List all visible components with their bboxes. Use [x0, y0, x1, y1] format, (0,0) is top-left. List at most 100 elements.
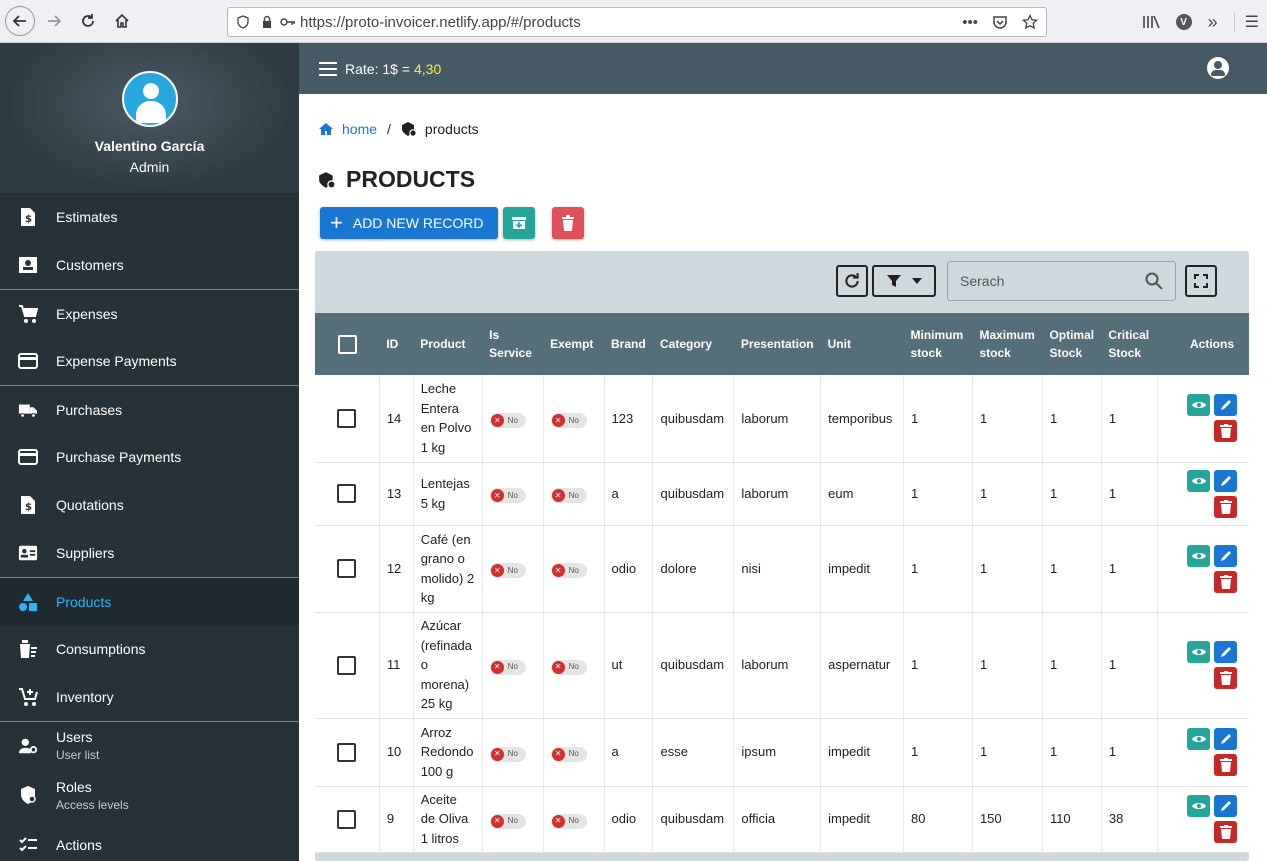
sidebar-item-label: Users User list [56, 729, 99, 762]
row-checkbox[interactable] [337, 559, 357, 578]
delete-button[interactable] [1214, 821, 1237, 843]
view-button[interactable] [1187, 469, 1210, 492]
more-icon[interactable]: ••• [962, 14, 978, 31]
arrow-left-icon [12, 15, 26, 27]
sidebar-item-roles[interactable]: Roles Access levels [0, 769, 299, 821]
overflow-icon[interactable]: » [1208, 12, 1218, 33]
view-button[interactable] [1187, 728, 1210, 750]
cell-minimum-stock: 80 [903, 786, 973, 853]
menu-icon[interactable]: ☰ [1233, 12, 1259, 32]
breadcrumb-home[interactable]: home [318, 121, 377, 137]
delete-button[interactable] [1214, 420, 1237, 443]
pencil-icon [1220, 400, 1231, 411]
cell-brand: a [604, 462, 654, 526]
header-product[interactable]: Product [413, 313, 483, 375]
cell-is-service: ✕ No [482, 612, 544, 719]
cell-exempt: ✕ No [543, 612, 605, 719]
delete-button[interactable] [1214, 754, 1237, 776]
header-is-service[interactable]: Is Service [482, 313, 544, 375]
extension-icon[interactable]: V [1175, 14, 1192, 30]
header-presentation[interactable]: Presentation [733, 313, 821, 375]
view-button[interactable] [1187, 394, 1210, 417]
filter-dropdown-button[interactable] [872, 265, 936, 297]
archive-button[interactable] [502, 207, 535, 239]
cell-is-service: ✕ No [482, 718, 544, 787]
hamburger-menu-icon[interactable] [319, 61, 337, 76]
sidebar-item-products[interactable]: Products [0, 577, 299, 625]
delete-button[interactable] [1214, 570, 1237, 593]
header-brand[interactable]: Brand [604, 313, 653, 375]
add-new-record-button[interactable]: + ADD NEW RECORD [320, 207, 498, 239]
star-icon[interactable] [1022, 14, 1038, 30]
row-checkbox[interactable] [337, 655, 357, 675]
trash-icon [561, 215, 574, 231]
header-exempt[interactable]: Exempt [543, 313, 604, 375]
users-sublabel: User list [56, 748, 100, 762]
delete-button[interactable] [1214, 667, 1237, 689]
header-category[interactable]: Category [652, 313, 734, 375]
sidebar-item-actions[interactable]: Actions [0, 821, 299, 861]
forward-button[interactable] [39, 6, 69, 36]
row-checkbox[interactable] [337, 408, 357, 428]
header-critical-stock[interactable]: Critical Stock [1101, 313, 1158, 375]
home-icon [319, 123, 333, 135]
sidebar-item-expenses[interactable]: Expenses [0, 289, 299, 337]
avatar[interactable] [122, 71, 178, 127]
cell-product: Arroz Redondo 100 g [413, 718, 483, 787]
shapes-icon [18, 592, 38, 612]
row-checkbox[interactable] [337, 742, 357, 762]
header-actions: Actions [1157, 313, 1249, 375]
sidebar-item-quotations[interactable]: $ Quotations [0, 481, 299, 529]
edit-button[interactable] [1214, 544, 1237, 567]
breadcrumb-current: products [424, 121, 479, 137]
edit-button[interactable] [1214, 795, 1237, 817]
delete-button[interactable] [1214, 495, 1237, 518]
reload-button[interactable] [73, 6, 103, 36]
sidebar-item-users[interactable]: Users User list [0, 721, 299, 769]
edit-button[interactable] [1214, 641, 1237, 663]
refresh-button[interactable] [836, 265, 868, 297]
view-button[interactable] [1187, 641, 1210, 663]
caret-down-icon [912, 278, 922, 284]
header-optimal-stock[interactable]: Optimal Stock [1042, 313, 1102, 375]
sidebar-item-purchase-payments[interactable]: Purchase Payments [0, 433, 299, 481]
row-checkbox[interactable] [337, 809, 357, 829]
library-icon[interactable] [1142, 14, 1160, 30]
cell-maximum-stock: 1 [972, 612, 1043, 719]
sidebar-item-suppliers[interactable]: Suppliers [0, 529, 299, 577]
select-all-checkbox[interactable] [337, 334, 357, 354]
sidebar-item-customers[interactable]: Customers [0, 241, 299, 289]
sidebar-item-purchases[interactable]: Purchases [0, 385, 299, 433]
header-minimum-stock[interactable]: Minimum stock [903, 313, 973, 375]
header-unit[interactable]: Unit [820, 313, 904, 375]
header-id[interactable]: ID [379, 313, 414, 375]
sidebar-item-inventory[interactable]: Inventory [0, 673, 299, 721]
cell-maximum-stock: 1 [972, 525, 1043, 613]
url-bar[interactable]: https://proto-invoicer.netlify.app/#/pro… [227, 7, 1047, 37]
no-chip: ✕ No [550, 813, 587, 829]
edit-button[interactable] [1214, 469, 1237, 492]
sidebar-item-expense-payments[interactable]: Expense Payments [0, 337, 299, 385]
credit-card-icon [18, 351, 38, 371]
view-button[interactable] [1187, 544, 1210, 567]
sidebar-item-estimates[interactable]: $ Estimates [0, 193, 299, 241]
bulk-delete-button[interactable] [551, 207, 584, 239]
cell-exempt: ✕ No [543, 786, 605, 853]
account-circle-icon[interactable] [1207, 57, 1229, 79]
page-title: PRODUCTS [318, 166, 475, 193]
cell-is-service: ✕ No [482, 525, 544, 613]
edit-button[interactable] [1214, 728, 1237, 750]
cell-presentation: nisi [733, 525, 822, 613]
sidebar-item-consumptions[interactable]: Consumptions [0, 625, 299, 673]
view-button[interactable] [1187, 795, 1210, 817]
back-button[interactable] [5, 6, 35, 36]
header-maximum-stock[interactable]: Maximum stock [972, 313, 1043, 375]
cart-icon [18, 304, 38, 324]
fullscreen-button[interactable] [1185, 265, 1217, 297]
pocket-icon[interactable] [992, 14, 1008, 30]
home-button[interactable] [107, 6, 137, 36]
search-field[interactable]: Serach [947, 261, 1176, 301]
cell-actions [1157, 612, 1249, 719]
row-checkbox[interactable] [337, 484, 357, 503]
edit-button[interactable] [1214, 394, 1237, 417]
